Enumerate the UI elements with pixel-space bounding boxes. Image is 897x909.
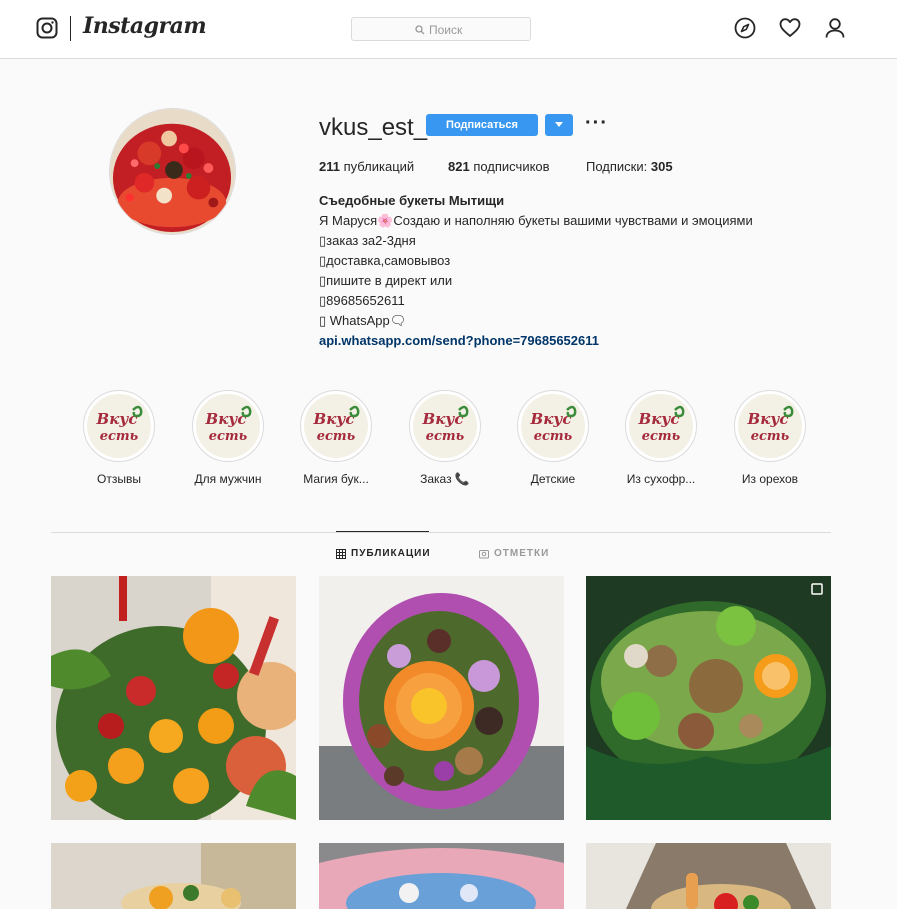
suggestions-dropdown-button[interactable] (545, 114, 573, 136)
highlight-label: Детские (530, 472, 576, 486)
post-thumbnail[interactable] (319, 843, 564, 909)
svg-text:есть: есть (642, 429, 681, 444)
post-thumbnail[interactable] (586, 843, 831, 909)
search-icon (415, 25, 425, 35)
tab-posts-label: ПУБЛИКАЦИИ (351, 548, 431, 559)
story-highlight[interactable]: Вкус есть Отзывы (74, 390, 164, 486)
tabs-divider (51, 532, 831, 533)
posts-count: 211 публикаций (319, 159, 415, 174)
post-image (51, 843, 296, 909)
svg-text:Вкус: Вкус (422, 410, 464, 428)
brand-logo: Вкусесть (747, 405, 794, 444)
top-nav: Instagram Поиск (0, 0, 897, 59)
brand-logo: Вкусесть (422, 405, 469, 444)
highlight-label: Магия бук... (303, 472, 369, 486)
story-highlight[interactable]: Вкус есть Детские (508, 390, 598, 486)
svg-text:есть: есть (426, 429, 465, 444)
explore-icon[interactable] (734, 17, 756, 39)
highlight-label: Для мужчин (194, 472, 262, 486)
brand-logo: Вкусесть (205, 405, 252, 444)
bio-line: ▯89685652611 (319, 293, 405, 308)
search-input[interactable]: Поиск (351, 17, 531, 41)
followers-count[interactable]: 821 подписчиков (448, 159, 550, 174)
bio-line: Я Маруся🌸Создаю и наполняю букеты вашими… (319, 213, 753, 228)
highlight-cover[interactable]: Вкус есть (625, 390, 697, 462)
avatar-image (110, 109, 235, 234)
post-thumbnail[interactable] (51, 843, 296, 909)
story-highlight[interactable]: Вкус есть Из орехов (725, 390, 815, 486)
post-image (586, 843, 831, 909)
profile-icon[interactable] (824, 17, 846, 39)
following-count[interactable]: Подписки: 305 (586, 159, 673, 174)
svg-text:Вкус: Вкус (96, 410, 138, 428)
tab-tagged[interactable]: ОТМЕТКИ (479, 548, 549, 559)
brand-logo: Вкусесть (638, 405, 685, 444)
highlight-label: Из орехов (741, 472, 799, 486)
svg-text:есть: есть (100, 429, 139, 444)
bio-line: ▯ WhatsApp🗨 (319, 313, 407, 328)
svg-text:есть: есть (209, 429, 248, 444)
profile-full-name: Съедобные букеты Мытищи (319, 193, 505, 208)
post-image (319, 576, 564, 820)
svg-text:есть: есть (534, 429, 573, 444)
post-thumbnail[interactable] (586, 576, 831, 820)
post-image (586, 576, 831, 820)
profile-username: vkus_est_ (319, 114, 428, 141)
more-options-icon[interactable]: ··· (585, 112, 608, 135)
highlight-cover[interactable]: Вкус есть (734, 390, 806, 462)
highlight-cover[interactable]: Вкус есть (192, 390, 264, 462)
instagram-wordmark[interactable]: Instagram (83, 13, 207, 39)
brand-logo: Вкусесть (530, 405, 577, 444)
bio-external-link[interactable]: api.whatsapp.com/send?phone=79685652611 (319, 333, 599, 348)
post-image (51, 576, 296, 820)
bio-line: ▯заказ за2-3дня (319, 233, 416, 248)
story-highlight[interactable]: Вкус есть Из сухофр... (616, 390, 706, 486)
post-thumbnail[interactable] (319, 576, 564, 820)
post-thumbnail[interactable] (51, 576, 296, 820)
highlight-label: Заказ 📞 (420, 472, 470, 486)
post-image (319, 843, 564, 909)
heart-icon[interactable] (779, 17, 801, 39)
svg-text:Вкус: Вкус (530, 410, 572, 428)
svg-text:Вкус: Вкус (747, 410, 789, 428)
highlight-cover[interactable]: Вкус есть (300, 390, 372, 462)
active-tab-indicator (336, 531, 429, 532)
grid-icon (336, 548, 346, 559)
search-placeholder: Поиск (429, 23, 463, 37)
nav-divider (70, 16, 71, 41)
bio-line: ▯доставка,самовывоз (319, 253, 451, 268)
highlight-cover[interactable]: Вкус есть (409, 390, 481, 462)
chevron-down-icon (555, 122, 563, 127)
tagged-icon (479, 549, 489, 558)
story-highlight[interactable]: Вкус есть Магия бук... (291, 390, 381, 486)
tab-tagged-label: ОТМЕТКИ (494, 548, 550, 559)
svg-text:есть: есть (751, 429, 790, 444)
highlight-label: Из сухофр... (626, 472, 696, 486)
svg-text:Вкус: Вкус (638, 410, 680, 428)
brand-logo: Вкусесть (96, 405, 143, 444)
highlight-label: Отзывы (97, 472, 141, 486)
story-highlight[interactable]: Вкус есть Для мужчин (183, 390, 273, 486)
svg-text:Вкус: Вкус (205, 410, 247, 428)
highlight-cover[interactable]: Вкус есть (83, 390, 155, 462)
brand-logo: Вкусесть (313, 405, 360, 444)
svg-text:Вкус: Вкус (313, 410, 355, 428)
bio-line: ▯пишите в директ или (319, 273, 453, 288)
tab-posts[interactable]: ПУБЛИКАЦИИ (336, 548, 431, 559)
story-highlight[interactable]: Вкус есть Заказ 📞 (400, 390, 490, 486)
svg-text:есть: есть (317, 429, 356, 444)
instagram-icon[interactable] (36, 17, 58, 39)
follow-button[interactable]: Подписаться (426, 114, 538, 136)
highlight-cover[interactable]: Вкус есть (517, 390, 589, 462)
avatar[interactable] (109, 108, 236, 235)
